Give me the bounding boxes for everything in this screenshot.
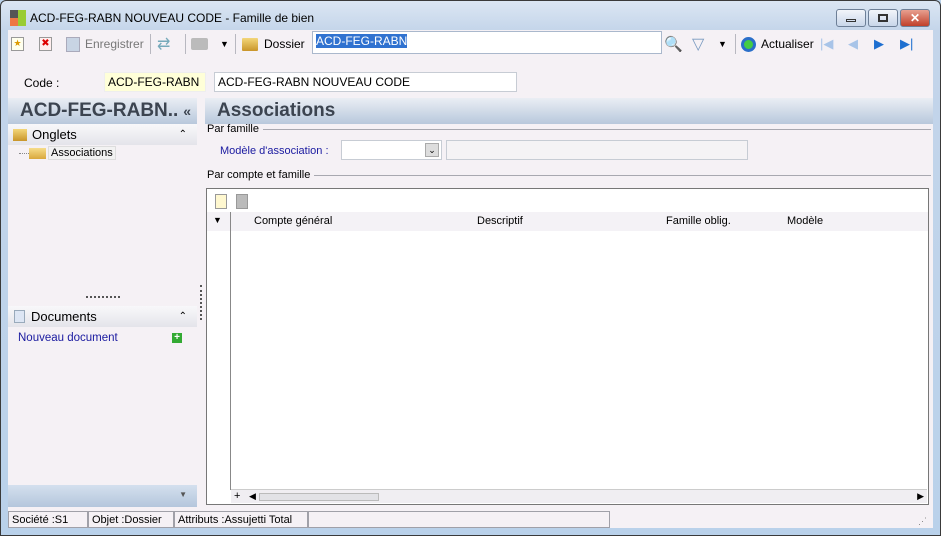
minimize-button[interactable] [836,9,866,27]
refresh-button[interactable]: Actualiser [741,32,814,56]
collapse-icon[interactable]: ⌃ [179,129,187,140]
status-attributes: Attributs :Assujetti Total [174,511,308,528]
horizontal-scrollbar[interactable]: + ◀ ▶ [231,489,927,503]
scroll-thumb[interactable] [259,493,379,501]
save-button[interactable]: Enregistrer [66,32,144,56]
open-folder-icon [29,147,46,159]
new-icon: ★ [11,37,24,51]
folder-icon [242,37,258,51]
tree-line [19,152,29,154]
printer-icon [191,38,208,50]
main-header: Associations [205,98,933,124]
left-panel-header: ACD-FEG-RABN.. « [8,98,197,124]
app-icon [10,10,26,26]
separator [185,34,186,54]
column-header-compte[interactable]: Compte général [254,215,332,227]
scroll-left-icon[interactable]: ◀ [249,491,256,502]
new-document-link[interactable]: Nouveau document [18,332,118,344]
refresh-icon [741,36,756,52]
column-header-famille[interactable]: Famille oblig. [666,215,731,227]
delete-button[interactable]: ✖ [39,32,52,56]
collapse-icon[interactable]: ⌃ [179,311,187,322]
print-button[interactable]: ▼ [191,32,229,56]
separator [735,34,736,54]
add-icon[interactable]: + [172,333,182,343]
group-par-famille: Par famille [207,123,931,135]
splitter-handle[interactable] [86,296,120,298]
filter-icon[interactable]: ▽ [692,32,704,56]
scroll-right-icon[interactable]: ▶ [917,491,924,502]
column-chooser-icon[interactable]: ▼ [213,215,222,225]
code-description-field[interactable]: ACD-FEG-RABN NOUVEAU CODE [214,72,517,92]
next-record-icon[interactable]: ▶ [874,32,884,56]
maximize-button[interactable] [868,9,898,27]
status-company: Société :S1 [8,511,88,528]
column-header-descriptif[interactable]: Descriptif [477,215,523,227]
delete-icon: ✖ [39,37,52,51]
folder-icon [13,128,27,141]
row-indicator-divider [230,212,231,490]
code-label: Code : [24,76,60,90]
status-empty [308,511,610,528]
model-select[interactable]: ⌄ [341,140,442,160]
model-description-field [446,140,748,160]
status-object: Objet :Dossier [88,511,174,528]
group-par-compte: Par compte et famille [207,169,931,181]
tabs-section-header[interactable]: Onglets ⌃ [8,124,197,145]
documents-section-header[interactable]: Documents ⌃ [8,306,197,327]
sync-button[interactable]: ⇄ [157,32,170,56]
expand-icon[interactable]: + [234,490,240,502]
document-icon [14,310,25,323]
first-record-icon[interactable]: |◀ [820,32,833,56]
separator [235,34,236,54]
collapse-panel-icon[interactable]: « [183,98,191,124]
chevron-double-down-icon[interactable]: ⌄ [425,143,439,157]
save-icon [66,36,80,52]
search-input[interactable]: ACD-FEG-RABN [312,31,662,54]
last-record-icon[interactable]: ▶| [900,32,913,56]
column-header-modele[interactable]: Modèle [787,215,823,227]
search-icon[interactable]: 🔍 [664,32,683,56]
model-label: Modèle d'association : [220,145,329,157]
left-panel-footer: ▼ [8,485,197,507]
chevron-down-icon[interactable]: ▼ [220,39,229,49]
filter-dropdown-icon[interactable]: ▼ [718,32,727,56]
code-field[interactable]: ACD-FEG-RABN [104,72,206,92]
tree-item-associations[interactable]: Associations [19,146,116,160]
separator [150,34,151,54]
previous-record-icon[interactable]: ◀ [848,32,858,56]
close-window-button[interactable]: ✕ [900,9,930,27]
add-row-icon[interactable] [215,194,227,209]
window-title: ACD-FEG-RABN NOUVEAU CODE - Famille de b… [30,11,315,25]
sync-icon: ⇄ [157,36,171,53]
vertical-splitter[interactable] [200,285,202,320]
resize-grip-icon[interactable]: ⋰ [918,516,927,527]
chevron-down-icon[interactable]: ▼ [179,490,187,499]
new-button[interactable]: ★ [11,32,24,56]
folder-button[interactable]: Dossier [242,32,305,56]
associations-grid [206,188,929,505]
delete-row-icon[interactable] [236,194,248,209]
